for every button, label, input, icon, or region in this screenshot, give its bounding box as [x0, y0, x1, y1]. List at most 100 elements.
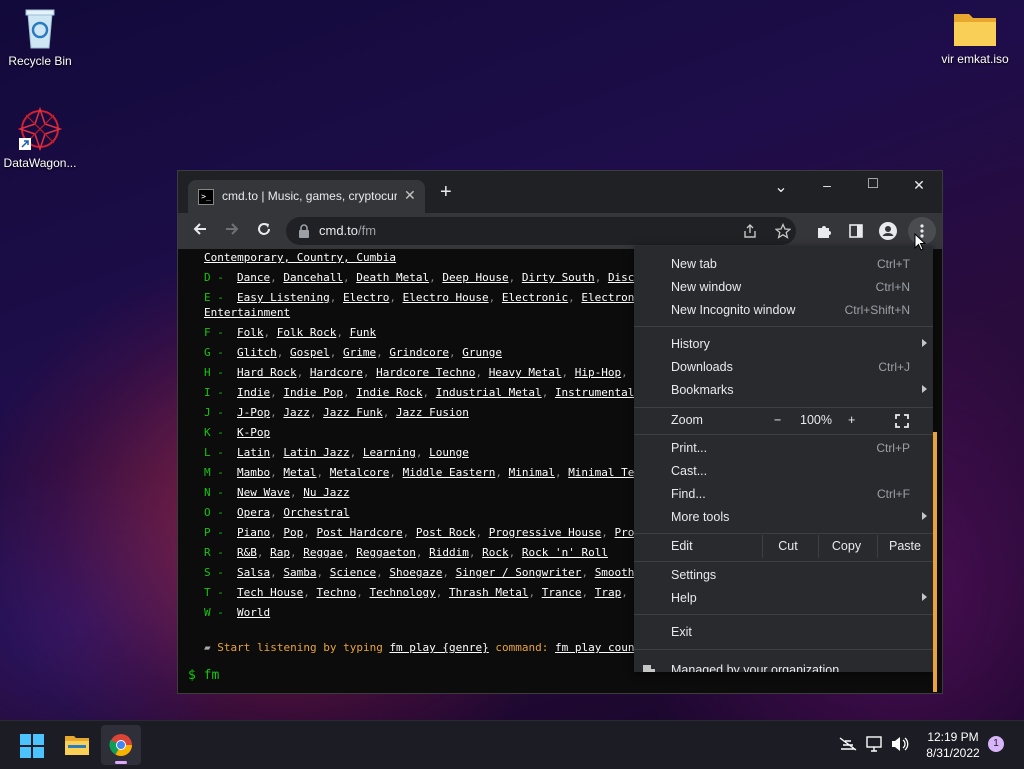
star-icon[interactable]: [775, 223, 791, 239]
genre-link[interactable]: Industrial Metal: [436, 386, 542, 399]
genre-link[interactable]: Rock: [482, 546, 509, 559]
genre-link[interactable]: Indie: [237, 386, 270, 399]
genre-link[interactable]: Indie Pop: [283, 386, 343, 399]
reload-button[interactable]: [253, 221, 275, 242]
genre-link[interactable]: Jazz Fusion: [396, 406, 469, 419]
genre-link[interactable]: Heavy Metal: [489, 366, 562, 379]
extensions-icon[interactable]: [816, 223, 832, 239]
menu-item-history[interactable]: History: [634, 333, 933, 356]
genre-link[interactable]: Easy Listening: [237, 291, 330, 304]
menu-item-more-tools[interactable]: More tools: [634, 506, 933, 529]
zoom-out-button[interactable]: −: [774, 413, 781, 427]
genre-link[interactable]: Minimal: [509, 466, 555, 479]
notification-badge[interactable]: 1: [988, 736, 1004, 752]
genre-link[interactable]: Folk: [237, 326, 264, 339]
genre-link[interactable]: K-Pop: [237, 426, 270, 439]
genre-link[interactable]: J-Pop: [237, 406, 270, 419]
genre-link[interactable]: Pop: [283, 526, 303, 539]
desktop-icon-recycle-bin[interactable]: Recycle Bin: [0, 8, 80, 68]
menu-item-bookmarks[interactable]: Bookmarks: [634, 379, 933, 402]
genre-link[interactable]: Rap: [270, 546, 290, 559]
network-off-icon[interactable]: [839, 737, 857, 751]
genre-link[interactable]: Dancehall: [283, 271, 343, 284]
genre-link[interactable]: Instrumental: [555, 386, 634, 399]
genre-link[interactable]: Latin: [237, 446, 270, 459]
genre-link[interactable]: Entertainment: [204, 306, 290, 319]
genre-link[interactable]: Samba: [283, 566, 316, 579]
genre-link[interactable]: Hardcore: [310, 366, 363, 379]
genre-link[interactable]: Death Metal: [356, 271, 429, 284]
genre-link[interactable]: Thrash Metal: [449, 586, 528, 599]
taskbar-chrome[interactable]: [101, 725, 141, 765]
genre-link[interactable]: Electro: [343, 291, 389, 304]
genre-link[interactable]: Singer / Songwriter: [456, 566, 582, 579]
copy-button[interactable]: Copy: [818, 535, 874, 558]
menu-scrollbar[interactable]: [933, 432, 937, 692]
genre-link[interactable]: Deep House: [442, 271, 508, 284]
cut-button[interactable]: Cut: [762, 535, 813, 558]
genre-link[interactable]: Grime: [343, 346, 376, 359]
profile-icon[interactable]: [878, 221, 898, 241]
genre-link[interactable]: Shoegaze: [389, 566, 442, 579]
genre-link[interactable]: Salsa: [237, 566, 270, 579]
menu-item-new-incognito[interactable]: New Incognito window Ctrl+Shift+N: [634, 299, 933, 322]
zoom-in-button[interactable]: +: [848, 413, 855, 427]
genre-link[interactable]: Riddim: [429, 546, 469, 559]
tab-search-button[interactable]: ⌄: [761, 177, 801, 197]
start-button[interactable]: [20, 734, 44, 763]
menu-managed-info[interactable]: Managed by your organization: [634, 659, 933, 672]
genre-link[interactable]: Tech House: [237, 586, 303, 599]
genre-link[interactable]: Latin Jazz: [283, 446, 349, 459]
fullscreen-icon[interactable]: [895, 414, 909, 428]
new-tab-button[interactable]: +: [440, 182, 452, 202]
genre-link[interactable]: Piano: [237, 526, 270, 539]
genre-link[interactable]: Hip-Hop: [575, 366, 621, 379]
close-window-button[interactable]: ✕: [899, 177, 939, 194]
genre-link[interactable]: Folk Rock: [277, 326, 337, 339]
volume-icon[interactable]: [891, 736, 909, 752]
genre-link[interactable]: Orchestral: [283, 506, 349, 519]
tab-close-icon[interactable]: ✕: [404, 187, 416, 204]
genre-link[interactable]: Grunge: [462, 346, 502, 359]
menu-item-downloads[interactable]: Downloads Ctrl+J: [634, 356, 933, 379]
menu-item-exit[interactable]: Exit: [634, 621, 933, 644]
clock[interactable]: 12:19 PM 8/31/2022: [918, 729, 988, 761]
maximize-button[interactable]: □: [853, 175, 893, 193]
menu-item-new-window[interactable]: New window Ctrl+N: [634, 276, 933, 299]
back-button[interactable]: [189, 221, 211, 242]
genre-link[interactable]: Trance: [542, 586, 582, 599]
genre-link[interactable]: Dance: [237, 271, 270, 284]
tab-cmd-to[interactable]: >_ cmd.to | Music, games, cryptocur ✕: [188, 180, 425, 213]
genre-link[interactable]: R&B: [237, 546, 257, 559]
share-icon[interactable]: [742, 223, 758, 239]
desktop-icon-datawagon[interactable]: DataWagon...: [0, 106, 80, 170]
minimize-button[interactable]: –: [807, 177, 847, 193]
genre-link[interactable]: Technology: [369, 586, 435, 599]
menu-item-settings[interactable]: Settings: [634, 564, 933, 587]
genre-link[interactable]: World: [237, 606, 270, 619]
genre-link[interactable]: Rock 'n' Roll: [522, 546, 608, 559]
menu-item-find[interactable]: Find... Ctrl+F: [634, 483, 933, 506]
genre-link[interactable]: Funk: [350, 326, 377, 339]
genre-link[interactable]: Lounge: [429, 446, 469, 459]
display-icon[interactable]: [866, 736, 884, 752]
paste-button[interactable]: Paste: [877, 535, 932, 558]
taskbar-file-explorer[interactable]: [64, 733, 90, 762]
genre-link[interactable]: Dirty South: [522, 271, 595, 284]
genre-link[interactable]: Reggae: [303, 546, 343, 559]
genre-link[interactable]: Electronic: [502, 291, 568, 304]
genre-link[interactable]: Trap: [595, 586, 622, 599]
side-panel-icon[interactable]: [848, 223, 864, 239]
genre-link[interactable]: Post Hardcore: [317, 526, 403, 539]
genre-link[interactable]: Metalcore: [330, 466, 390, 479]
forward-button[interactable]: [221, 221, 243, 242]
genre-link[interactable]: Middle Eastern: [403, 466, 496, 479]
genre-link[interactable]: Learning: [363, 446, 416, 459]
genre-link[interactable]: Mambo: [237, 466, 270, 479]
genre-link[interactable]: Opera: [237, 506, 270, 519]
menu-item-new-tab[interactable]: New tab Ctrl+T: [634, 253, 933, 276]
genre-link[interactable]: Jazz Funk: [323, 406, 383, 419]
genre-link[interactable]: Techno: [316, 586, 356, 599]
genre-link[interactable]: Indie Rock: [356, 386, 422, 399]
genre-link[interactable]: Electro House: [403, 291, 489, 304]
